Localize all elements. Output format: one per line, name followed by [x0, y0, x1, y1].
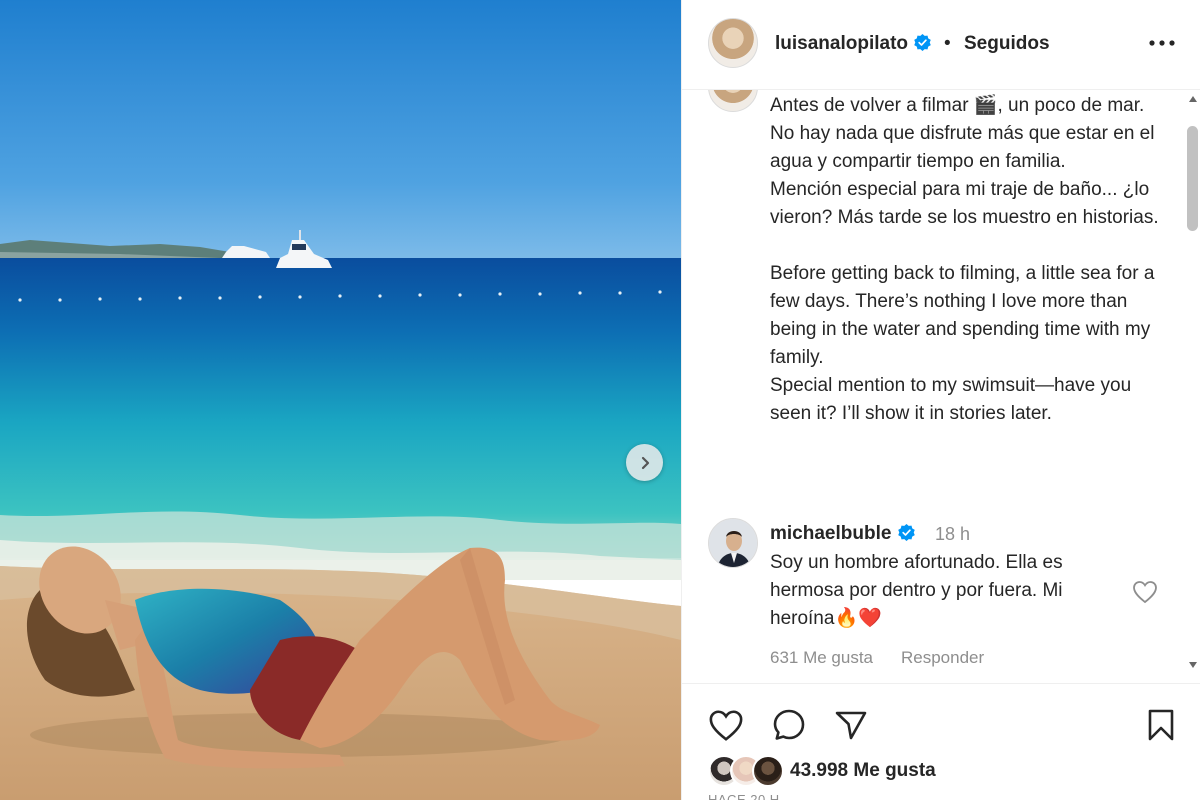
caption-author-avatar[interactable]	[708, 90, 758, 112]
comment-bubble-icon	[773, 709, 805, 740]
author-username[interactable]: luisanalopilato	[775, 33, 932, 55]
post-timestamp[interactable]: HACE 20 H	[708, 792, 780, 800]
verified-badge-icon	[914, 33, 932, 52]
comment-timestamp[interactable]: 18 h	[935, 524, 970, 545]
bookmark-icon	[1148, 709, 1174, 741]
scroll-up-arrow[interactable]	[1189, 96, 1197, 102]
scroll-down-arrow[interactable]	[1189, 662, 1197, 668]
header-separator: •	[944, 33, 951, 54]
heart-icon	[709, 709, 743, 741]
post-caption: Antes de volver a filmar 🎬, un poco de m…	[770, 92, 1170, 428]
comment-username[interactable]: michaelbuble	[770, 523, 916, 545]
like-button[interactable]	[707, 706, 745, 744]
verified-badge-icon	[897, 523, 915, 542]
post-detail-panel: luisanalopilato • Seguidos Antes de volv…	[681, 0, 1200, 800]
paper-plane-icon	[835, 711, 867, 740]
comments-scrollbar[interactable]	[1187, 96, 1199, 674]
liked-by-avatars[interactable]	[708, 755, 798, 787]
caption-paragraph-en-1: Before getting back to filming, a little…	[770, 263, 1155, 368]
comment-username-text[interactable]: michaelbuble	[770, 523, 891, 544]
caption-paragraph-es-1: Antes de volver a filmar 🎬, un poco de m…	[770, 95, 1155, 172]
comment-button[interactable]	[770, 706, 808, 744]
author-username-text[interactable]: luisanalopilato	[775, 33, 908, 54]
more-options-button[interactable]	[1142, 28, 1182, 58]
commenter-avatar[interactable]	[708, 518, 758, 568]
heart-icon	[1133, 581, 1157, 604]
scroll-thumb[interactable]	[1187, 126, 1198, 231]
caption-paragraph-en-2: Special mention to my swimsuit—have you …	[770, 375, 1132, 424]
author-avatar[interactable]	[708, 18, 758, 68]
comment-text: Soy un hombre afortunado. Ella es hermos…	[770, 552, 1063, 629]
post-header: luisanalopilato • Seguidos	[682, 0, 1200, 90]
liker-avatar[interactable]	[752, 755, 784, 787]
caption-paragraph-es-2: Mención especial para mi traje de baño..…	[770, 179, 1159, 228]
comment-reply-button[interactable]: Responder	[901, 648, 984, 668]
comment-likes[interactable]: 631 Me gusta	[770, 648, 873, 668]
chevron-right-icon	[641, 456, 649, 469]
more-options-icon	[1149, 40, 1175, 46]
beach-photo	[0, 0, 681, 800]
comment-like-button[interactable]	[1132, 580, 1158, 604]
save-button[interactable]	[1142, 706, 1180, 744]
post-actions: 43.998 Me gusta HACE 20 H	[682, 683, 1200, 800]
post-photo[interactable]	[0, 0, 681, 800]
commenter-avatar-image	[709, 519, 757, 567]
share-button[interactable]	[832, 706, 870, 744]
following-button[interactable]: Seguidos	[964, 33, 1050, 55]
next-image-button[interactable]	[626, 444, 663, 481]
post-likes-count[interactable]: 43.998 Me gusta	[790, 760, 936, 782]
